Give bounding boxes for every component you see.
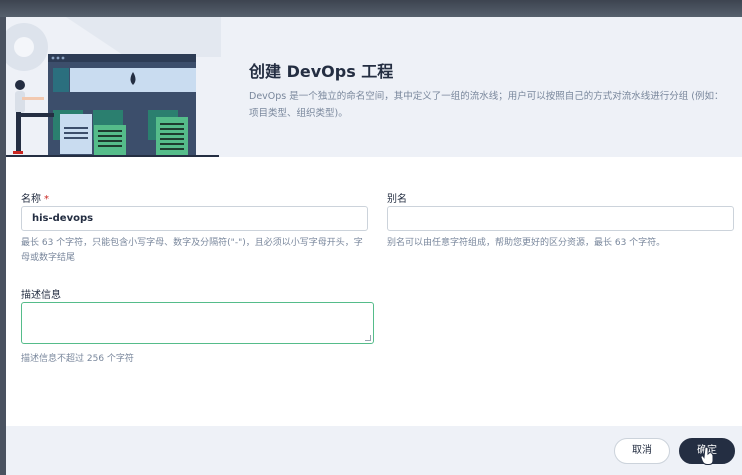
- description-hint: 描述信息不超过 256 个字符: [21, 354, 134, 364]
- required-mark: *: [44, 194, 49, 205]
- description-textarea[interactable]: [21, 302, 374, 344]
- dialog-description: DevOps 是一个独立的命名空间，其中定义了一组的流水线；用户可以按照自己的方…: [249, 91, 724, 119]
- name-label: 名称 *: [21, 190, 49, 205]
- dialog-header: 创建 DevOps 工程 DevOps 是一个独立的命名空间，其中定义了一组的流…: [6, 17, 742, 157]
- devops-illustration: [6, 17, 221, 157]
- alias-input[interactable]: [387, 206, 734, 231]
- name-label-text: 名称: [21, 194, 41, 205]
- name-input[interactable]: his-devops: [21, 206, 368, 231]
- name-hint-line2: 母或数字结尾: [21, 253, 76, 263]
- alias-hint: 别名可以由任意字符组成，帮助您更好的区分资源，最长 63 个字符。: [387, 238, 666, 248]
- name-hint-line1: 最长 63 个字符，只能包含小写字母、数字及分隔符("-")，且必须以小写字母开…: [21, 238, 363, 248]
- backdrop-top: [0, 0, 742, 17]
- hand-cursor-icon: [701, 446, 714, 465]
- create-devops-dialog: 创建 DevOps 工程 DevOps 是一个独立的命名空间，其中定义了一组的流…: [6, 17, 742, 475]
- name-hint: 最长 63 个字符，只能包含小写字母、数字及分隔符("-")，且必须以小写字母开…: [21, 236, 371, 266]
- description-label: 描述信息: [21, 290, 61, 301]
- dialog-footer: 取消 确定: [6, 426, 742, 475]
- dialog-title: 创建 DevOps 工程: [249, 62, 394, 81]
- cancel-button[interactable]: 取消: [614, 438, 670, 464]
- alias-label: 别名: [387, 194, 407, 205]
- resize-handle-icon[interactable]: [365, 335, 371, 341]
